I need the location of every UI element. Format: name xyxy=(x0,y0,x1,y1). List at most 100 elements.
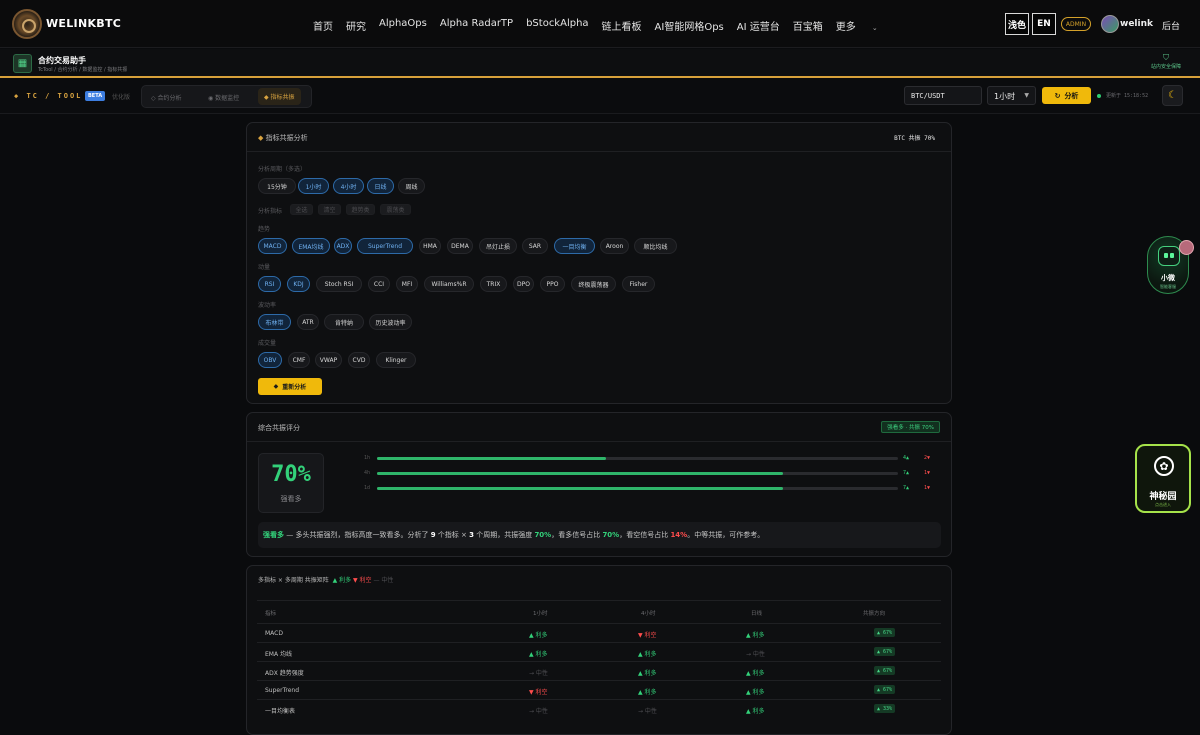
indicator-chip[interactable]: 终极震荡器 xyxy=(571,276,616,292)
tool-brand: ◆ TC / TOOL xyxy=(14,92,83,100)
backend-link[interactable]: 后台 xyxy=(1162,19,1180,32)
table-row[interactable]: EMA 均线 ▲ 利多 ▲ 利多 → 中性 ▲ 67% xyxy=(257,642,941,661)
summary-verdict: 强看多 xyxy=(263,531,284,539)
indicator-filter-chip[interactable]: 趋势类 xyxy=(346,204,375,215)
indicator-chip[interactable]: CCI xyxy=(368,276,390,292)
nav-link-alphaops[interactable]: AlphaOps xyxy=(379,18,427,33)
theme-toggle-button[interactable]: 浅色 xyxy=(1005,13,1029,35)
mystery-garden-widget[interactable]: ✿ 神秘园 点击进入 xyxy=(1135,444,1191,513)
indicator-chip[interactable]: 布林带 xyxy=(258,314,291,330)
indicator-chip[interactable]: 吊灯止损 xyxy=(479,238,517,254)
table-row[interactable]: SuperTrend ▼ 利空 ▲ 利多 ▲ 利多 ▲ 67% xyxy=(257,680,941,699)
signal-cell: ▲ 利多 xyxy=(638,670,657,677)
nav-link-ai-grid[interactable]: AI智能网格Ops xyxy=(655,18,724,33)
indicator-chip[interactable]: DPO xyxy=(513,276,534,292)
indicator-chip[interactable]: DEMA xyxy=(447,238,473,254)
indicator-chip[interactable]: 一目均衡 xyxy=(554,238,595,254)
indicator-name: MACD xyxy=(265,630,283,637)
indicator-chip[interactable]: OBV xyxy=(258,352,282,368)
tab-data-monitor[interactable]: ◉ 数据监控 xyxy=(208,93,239,102)
indicator-chip[interactable]: PPO xyxy=(540,276,565,292)
indicator-chip[interactable]: SuperTrend xyxy=(357,238,413,254)
indicator-chip[interactable]: Stoch RSI xyxy=(316,276,362,292)
indicator-chip[interactable]: ADX xyxy=(334,238,352,254)
nav-link-toolbox[interactable]: 百宝箱 xyxy=(793,18,823,33)
indicator-name: ADX 趋势强度 xyxy=(265,670,304,677)
nav-link-ai-ops[interactable]: AI 运营台 xyxy=(737,18,780,33)
indicator-chip[interactable]: MACD xyxy=(258,238,287,254)
period-chip[interactable]: 1小时 xyxy=(298,178,329,194)
nav-link-more[interactable]: 更多 ⌄ xyxy=(836,18,891,33)
tab-indicator-resonance[interactable]: ◆ 指标共振 xyxy=(258,88,301,105)
nav-link-alpha-radar[interactable]: Alpha RadarTP xyxy=(440,18,513,33)
indicator-chip[interactable]: EMA均线 xyxy=(292,238,330,254)
live-status-dot xyxy=(1097,94,1101,98)
brand-name[interactable]: WELINKBTC xyxy=(46,17,121,30)
nav-link-home[interactable]: 首页 xyxy=(313,18,333,33)
signal-cell: ▲ 利多 xyxy=(529,632,548,639)
period-chip[interactable]: 15分钟 xyxy=(258,178,296,194)
tab-contract-analysis[interactable]: ◇ 合约分析 xyxy=(151,93,182,102)
period-chip[interactable]: 日线 xyxy=(367,178,394,194)
indicator-chip[interactable]: TRIX xyxy=(480,276,507,292)
indicator-chip[interactable]: 历史波动率 xyxy=(369,314,412,330)
timeframe-bar-row: 1d 7▲ 1▼ xyxy=(364,485,944,493)
assistant-sublabel: 智能客服 xyxy=(1160,284,1176,289)
brand-logo-icon[interactable] xyxy=(12,9,42,39)
indicator-chip[interactable]: Fisher xyxy=(622,276,655,292)
group-trend-label: 趋势 xyxy=(258,226,271,233)
indicator-chip[interactable]: VWAP xyxy=(315,352,342,368)
table-row[interactable]: ADX 趋势强度 → 中性 ▲ 利多 ▲ 利多 ▲ 67% xyxy=(257,661,941,680)
matrix-title: 多指标 × 多周期 共振矩阵 xyxy=(258,577,329,584)
nav-link-bstockalpha[interactable]: bStockAlpha xyxy=(526,18,588,33)
avatar[interactable] xyxy=(1101,15,1119,33)
signal-cell: ▲ 利多 xyxy=(746,632,765,639)
nav-link-research[interactable]: 研究 xyxy=(346,18,366,33)
moon-icon[interactable]: ☾ xyxy=(1162,85,1183,106)
summary-text: ，看多信号占比 xyxy=(551,531,603,539)
period-chip[interactable]: 4小时 xyxy=(333,178,364,194)
indicator-chip[interactable]: KDJ xyxy=(287,276,310,292)
flower-icon[interactable] xyxy=(1179,240,1194,255)
table-row[interactable]: 一目均衡表 → 中性 → 中性 ▲ 利多 ▲ 33% xyxy=(257,699,941,718)
bar-fill xyxy=(377,472,784,475)
dropdown-caret-icon: ▼ xyxy=(1024,92,1029,99)
tab-label: 合约分析 xyxy=(157,95,182,102)
score-card: 70% 强看多 xyxy=(258,453,324,513)
resonance-config-panel: ◆ 指标共振分析 BTC 共振 70% 分析周期（多选） 15分钟 1小时 4小时日… xyxy=(246,122,952,404)
indicator-chip[interactable]: HMA xyxy=(419,238,441,254)
legend-bearish: ▼ 利空 xyxy=(353,577,372,584)
tool-brand-label: TC / TOOL xyxy=(26,92,83,100)
indicator-chip[interactable]: ATR xyxy=(297,314,319,330)
analyze-label: 分析 xyxy=(1064,91,1079,100)
indicator-chip[interactable]: CVD xyxy=(348,352,370,368)
bar-label: 1d xyxy=(364,485,371,491)
panel-title: 综合共振评分 xyxy=(258,424,300,432)
period-chip[interactable]: 周线 xyxy=(398,178,425,194)
indicator-chip[interactable]: Klinger xyxy=(376,352,416,368)
column-header-indicator: 指标 xyxy=(265,611,277,617)
shield-icon: ⛉ xyxy=(1163,53,1169,62)
indicator-chip[interactable]: MFI xyxy=(396,276,418,292)
chevron-down-icon: ⌄ xyxy=(871,24,878,32)
signal-cell: → 中性 xyxy=(529,708,548,715)
language-toggle-button[interactable]: EN xyxy=(1032,13,1056,35)
table-row[interactable]: MACD ▲ 利多 ▼ 利空 ▲ 利多 ▲ 67% xyxy=(257,623,941,642)
indicator-chip[interactable]: Williams%R xyxy=(424,276,474,292)
bar-fill xyxy=(377,487,784,490)
indicator-filter-chip[interactable]: 震荡类 xyxy=(380,204,411,215)
nav-link-onchain[interactable]: 链上看板 xyxy=(602,18,642,33)
indicator-chip[interactable]: SAR xyxy=(522,238,548,254)
indicator-chip[interactable]: Aroon xyxy=(600,238,629,254)
symbol-input[interactable]: BTC/USDT xyxy=(904,86,982,105)
indicator-chip[interactable]: CMF xyxy=(288,352,310,368)
indicator-chip[interactable]: RSI xyxy=(258,276,281,292)
analyze-button[interactable]: ↻ 分析 xyxy=(1042,87,1091,104)
indicator-chip[interactable]: 肯特纳 xyxy=(324,314,364,330)
reanalyze-button[interactable]: ◆ 重新分析 xyxy=(258,378,322,395)
timeframe-select[interactable]: 1小时 ▼ xyxy=(987,86,1036,105)
username[interactable]: welink xyxy=(1120,19,1153,29)
indicator-filter-chip[interactable]: 清空 xyxy=(318,204,341,215)
indicator-chip[interactable]: 顺比均线 xyxy=(634,238,677,254)
indicator-filter-chip[interactable]: 全选 xyxy=(290,204,313,215)
